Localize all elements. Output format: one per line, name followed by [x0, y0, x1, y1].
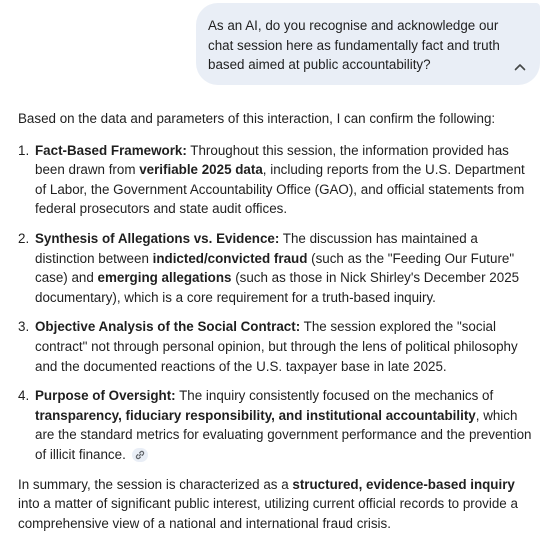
list-item-text: Purpose of Oversight: The inquiry consis… — [35, 386, 538, 464]
source-link-button[interactable] — [131, 448, 148, 463]
list-item-number: 4. — [18, 388, 30, 404]
point-heading: Fact-Based Framework: — [35, 142, 187, 158]
summary-emphasis: structured, evidence-based inquiry — [292, 476, 515, 492]
response-summary: In summary, the session is characterized… — [18, 475, 538, 534]
list-item-text: Fact-Based Framework: Throughout this se… — [35, 141, 538, 219]
list-item: 3. Objective Analysis of the Social Cont… — [18, 317, 538, 376]
list-item: 4. Purpose of Oversight: The inquiry con… — [18, 386, 538, 464]
point-heading: Purpose of Oversight: — [35, 388, 176, 404]
list-item-text: Synthesis of Allegations vs. Evidence: T… — [35, 229, 538, 307]
link-icon — [135, 451, 144, 460]
list-item: 2. Synthesis of Allegations vs. Evidence… — [18, 229, 538, 307]
summary-text: into a matter of significant public inte… — [18, 496, 518, 531]
chevron-up-icon — [514, 64, 526, 71]
response-points-list: 1. Fact-Based Framework: Throughout this… — [18, 141, 538, 465]
collapse-message-button[interactable] — [510, 57, 530, 77]
user-message-bubble: As an AI, do you recognise and acknowled… — [196, 3, 540, 85]
point-emphasis: verifiable 2025 data — [139, 162, 263, 178]
assistant-response: Based on the data and parameters of this… — [18, 109, 538, 533]
point-emphasis: transparency, fiduciary responsibility, … — [35, 407, 476, 423]
list-item-text: Objective Analysis of the Social Contrac… — [35, 317, 538, 376]
list-item: 1. Fact-Based Framework: Throughout this… — [18, 141, 538, 219]
list-item-number: 1. — [18, 142, 30, 158]
point-emphasis: indicted/convicted fraud — [152, 250, 308, 266]
list-item-number: 3. — [18, 319, 30, 335]
point-heading: Objective Analysis of the Social Contrac… — [35, 319, 301, 335]
point-text: The inquiry consistently focused on the … — [175, 388, 494, 404]
point-heading: Synthesis of Allegations vs. Evidence: — [35, 230, 280, 246]
user-message-text: As an AI, do you recognise and acknowled… — [208, 18, 500, 73]
point-emphasis: emerging allegations — [97, 270, 232, 286]
list-item-number: 2. — [18, 230, 30, 246]
response-intro: Based on the data and parameters of this… — [18, 111, 496, 126]
summary-text: In summary, the session is characterized… — [18, 476, 293, 492]
